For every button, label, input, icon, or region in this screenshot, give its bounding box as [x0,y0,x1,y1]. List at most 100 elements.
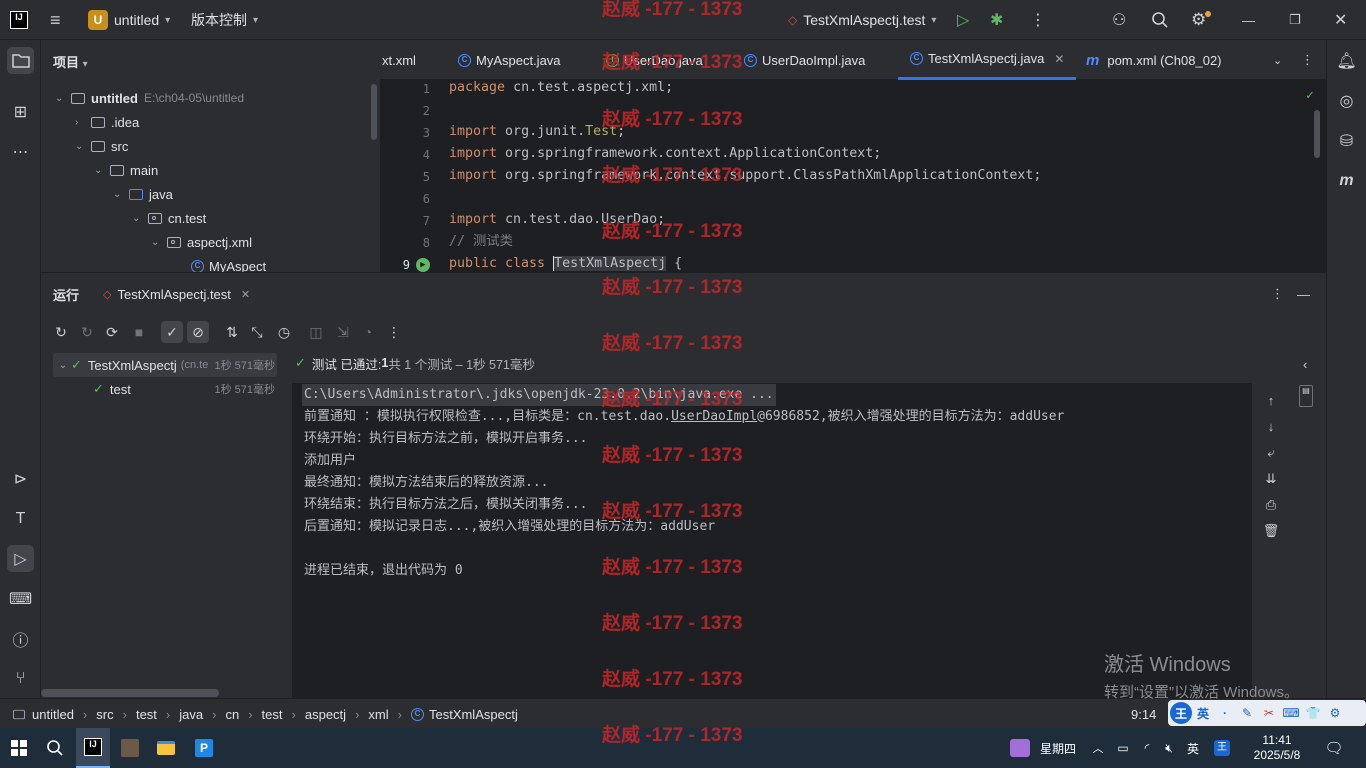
ime-scissors-icon[interactable]: ✂ [1258,702,1280,724]
terminal-icon[interactable]: ⌨ [7,585,34,612]
project-panel-title[interactable]: 项目 ▾ [53,52,88,71]
taskbar-app-icon[interactable] [116,728,144,768]
cursor-position[interactable]: 9:14 [1131,699,1156,729]
close-tab-icon[interactable]: ✕ [241,288,250,301]
tree-item-aspectj-xml[interactable]: ⌄ aspectj.xml [151,230,252,254]
wifi-icon[interactable]: ◜ [1138,728,1156,768]
soft-wrap-icon[interactable]: ⤶ [1262,445,1280,463]
services-icon[interactable]: ⊳ [7,465,34,492]
test-tree-scrollbar[interactable] [41,689,219,697]
run-gutter-icon[interactable]: ▶ [416,258,430,272]
file-explorer-icon[interactable] [152,728,180,768]
tray-language[interactable]: 英 [1184,728,1202,768]
debug-icon[interactable]: ✱ [990,0,1003,40]
collapse-side-icon[interactable]: ‹ [1303,357,1307,372]
tree-item-cn-test[interactable]: ⌄ cn.test [132,206,206,230]
build-icon[interactable]: T [7,505,34,532]
search-icon[interactable] [1151,0,1169,40]
tray-chevron-icon[interactable]: ︿ [1090,728,1106,768]
history-icon[interactable]: ◷ [273,321,295,343]
close-icon[interactable]: ✕ [1334,0,1347,40]
volume-mute-icon[interactable]: 🔇︎ [1160,728,1178,768]
taskbar-intellij-icon[interactable]: IJ [76,728,110,768]
show-ignored-icon[interactable]: ⊘ [187,321,209,343]
ai-assistant-icon[interactable]: ◎ [1333,87,1360,114]
scroll-to-end-icon[interactable]: ⇊ [1262,471,1280,489]
action-center-icon[interactable]: 🗨︎ [1322,728,1346,768]
trash-icon[interactable]: 🗑︎ [1262,523,1280,541]
tab-list-chevron-icon[interactable]: ⌄ [1273,40,1282,80]
hamburger-icon[interactable]: ≡ [50,0,61,40]
maven-icon[interactable]: m [1333,167,1360,194]
tab-pom[interactable]: m pom.xml (Ch08_02) [1086,40,1222,80]
test-row-test[interactable]: ✓ test 1秒 571毫秒 [93,377,277,401]
down-arrow-icon[interactable]: ↓ [1262,419,1280,437]
tree-item-idea[interactable]: › .idea [75,110,139,134]
add-user-icon[interactable]: ⚇ [1112,0,1126,40]
settings-icon[interactable]: ⚙ [1191,0,1211,40]
windows-start-icon[interactable] [6,728,32,768]
more-tools-icon[interactable]: ⋯ [7,138,34,165]
breadcrumb-item[interactable]: java [179,707,203,722]
breadcrumb-item[interactable]: cn [225,707,239,722]
tree-item-src[interactable]: ⌄ src [75,134,128,158]
breadcrumb-item[interactable]: test [262,707,283,722]
more-actions-icon[interactable]: ⋮ [383,321,405,343]
coverage-icon[interactable]: ◔ [357,321,379,343]
run-config-selector[interactable]: ◇ TestXmlAspectj.test ▾ [788,0,936,40]
tab-xml[interactable]: xt.xml [382,40,416,80]
tab-myaspect[interactable]: C MyAspect.java [458,40,561,80]
code-editor[interactable]: package cn.test.aspectj.xml; import org.… [440,80,1326,272]
up-arrow-icon[interactable]: ↑ [1262,393,1280,411]
folder-icon[interactable] [7,47,34,74]
breadcrumb-item[interactable]: untitled [32,707,74,722]
maximize-icon[interactable]: ❐ [1289,0,1301,40]
intellij-icon[interactable]: IJ [10,0,28,40]
breadcrumb-item[interactable]: TestXmlAspectj [429,707,518,722]
more-icon[interactable]: ⋮ [1030,0,1046,40]
run-tab-testxmlaspectj[interactable]: ◇ TestXmlAspectj.test ✕ [103,273,250,315]
tab-more-icon[interactable]: ⋮ [1301,40,1314,80]
ime-logo-icon[interactable]: 王 [1170,702,1192,724]
taskbar-p-app-icon[interactable]: P [190,728,218,768]
ime-lang-toggle[interactable]: 英 [1192,702,1214,724]
search-icon[interactable] [42,728,68,768]
git-icon[interactable]: ⑂ [7,665,34,692]
ime-settings-icon[interactable]: ⚙ [1324,702,1346,724]
minimize-icon[interactable]: — [1242,0,1255,40]
layout-toggle-icon[interactable]: ▤ [1299,385,1313,407]
vcs-menu[interactable]: 版本控制 ▾ [191,0,258,40]
export-icon[interactable]: ⇲ [332,321,354,343]
calendar-icon[interactable] [1008,728,1032,768]
run-tool-icon[interactable]: ▷ [7,545,34,572]
breadcrumb-item[interactable]: test [136,707,157,722]
project-scrollbar[interactable] [371,84,377,140]
notifications-icon[interactable]: 🔔︎ [1333,47,1360,74]
database-icon[interactable]: ⛁ [1333,127,1360,154]
print-icon[interactable]: ⎙ [1262,497,1280,515]
console-link[interactable]: UserDaoImpl [671,409,757,424]
tab-userdaoimpl[interactable]: C UserDaoImpl.java [744,40,865,80]
tab-testxmlaspectj[interactable]: C TestXmlAspectj.java ✕ [898,40,1077,80]
structure-icon[interactable]: ⊞ [7,98,34,125]
rerun-failed-icon[interactable]: ↻ [76,321,98,343]
rerun-icon[interactable]: ↻ [50,321,72,343]
tree-item-java[interactable]: ⌄ java [113,182,173,206]
ime-skin-icon[interactable]: 👕 [1302,702,1324,724]
toggle-auto-test-icon[interactable]: ⟳ [101,321,123,343]
stop-icon[interactable]: ■ [128,321,150,343]
ime-keyboard-icon[interactable]: ⌨ [1280,702,1302,724]
show-passed-icon[interactable]: ✓ [161,321,183,343]
breadcrumb-item[interactable]: aspectj [305,707,346,722]
tree-item-untitled[interactable]: ⌄ untitled E:\ch04-05\untitled [55,86,244,110]
tray-ime-icon[interactable]: 王 [1212,728,1232,768]
tree-item-main[interactable]: ⌄ main [94,158,158,182]
breadcrumb-item[interactable]: src [96,707,113,722]
test-row-testxmlaspectj[interactable]: ⌄ ✓ TestXmlAspectj (cn.te 1秒 571毫秒 [53,353,277,377]
editor-scrollbar[interactable] [1314,110,1320,158]
inspection-ok-icon[interactable]: ✓ [1306,88,1314,103]
close-tab-icon[interactable]: ✕ [1054,52,1064,66]
taskbar-clock[interactable]: 11:41 2025/5/8 [1244,728,1310,768]
collapse-icon[interactable]: ⤡ [246,321,268,343]
ime-punct-icon[interactable]: · [1214,702,1236,724]
